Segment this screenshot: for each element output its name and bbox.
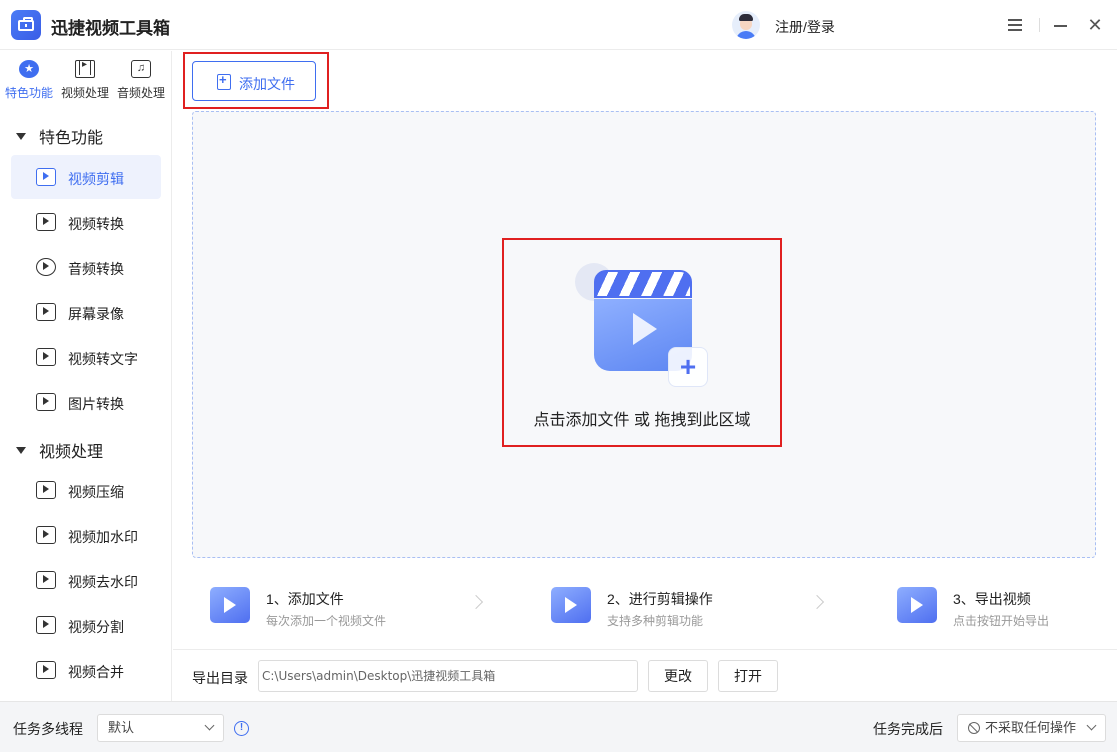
ban-icon [968, 721, 980, 734]
sidebar-item-label: 视频加水印 [68, 529, 138, 545]
output-path-field[interactable]: C:\Users\admin\Desktop\迅捷视频工具箱 [258, 660, 638, 692]
step-edit: 2、进行剪辑操作 支持多种剪辑功能 [551, 583, 811, 633]
app-title: 迅捷视频工具箱 [51, 19, 170, 38]
minimize-icon[interactable] [1050, 14, 1072, 36]
step-export: 3、导出视频 点击按钮开始导出 [897, 583, 1117, 633]
output-directory-bar: 导出目录 C:\Users\admin\Desktop\迅捷视频工具箱 更改 打… [173, 649, 1117, 701]
tab-audio-processing[interactable]: ♫ 音频处理 [113, 60, 169, 101]
video-to-text-icon [36, 348, 56, 366]
sidebar-item-label: 视频转文字 [68, 351, 138, 367]
collapse-triangle-icon [16, 133, 26, 141]
music-icon: ♫ [131, 60, 151, 78]
login-link[interactable]: 注册/登录 [775, 17, 835, 37]
group-video-processing-header[interactable]: 视频处理 [16, 438, 103, 462]
tab-featured[interactable]: ★ 特色功能 [1, 60, 57, 101]
tab-audio-processing-label: 音频处理 [116, 86, 165, 100]
after-task-value: 不采取任何操作 [985, 720, 1077, 735]
title-bar: 迅捷视频工具箱 注册/登录 ✕ [0, 0, 1117, 50]
sidebar-item-audio-convert[interactable]: 音频转换 [11, 245, 161, 289]
multithread-label: 任务多线程 [13, 721, 83, 737]
chevron-down-icon [204, 720, 215, 731]
audio-convert-icon [36, 258, 56, 276]
close-icon[interactable]: ✕ [1084, 14, 1106, 36]
sidebar-item-label: 视频压缩 [68, 484, 124, 500]
image-convert-icon [36, 393, 56, 411]
step-desc: 支持多种剪辑功能 [607, 614, 704, 628]
sidebar-item-label: 视频去水印 [68, 574, 138, 590]
multithread-value: 默认 [108, 720, 135, 735]
tab-video-processing-label: 视频处理 [60, 86, 109, 100]
remove-watermark-icon [36, 571, 56, 589]
steps-guide: 1、添加文件 每次添加一个视频文件 2、进行剪辑操作 支持多种剪辑功能 3、导出… [192, 571, 1096, 651]
group-video-processing-title: 视频处理 [39, 444, 104, 461]
chevron-right-icon [809, 594, 825, 610]
video-compress-icon [36, 481, 56, 499]
clapperboard-add-icon[interactable]: + [575, 261, 715, 387]
step-desc: 点击按钮开始导出 [953, 614, 1050, 628]
sidebar-item-label: 视频剪辑 [68, 171, 124, 187]
chevron-down-icon [1086, 720, 1097, 731]
change-directory-button[interactable]: 更改 [648, 660, 708, 692]
group-featured-header[interactable]: 特色功能 [16, 124, 103, 148]
video-merge-icon [36, 661, 56, 679]
star-icon: ★ [19, 60, 39, 78]
video-edit-icon [36, 168, 56, 186]
add-file-label: 添加文件 [239, 76, 295, 92]
video-convert-icon [36, 213, 56, 231]
sidebar-item-screen-record[interactable]: 屏幕录像 [11, 290, 161, 334]
sidebar-item-label: 音频转换 [68, 261, 124, 277]
sidebar-item-image-convert[interactable]: 图片转换 [11, 380, 161, 424]
video-split-icon [36, 616, 56, 634]
sidebar-item-video-split[interactable]: 视频分割 [11, 603, 161, 647]
tab-video-processing[interactable]: 视频处理 [57, 59, 113, 101]
tab-featured-label: 特色功能 [4, 86, 53, 100]
sidebar-item-video-convert[interactable]: 视频转换 [11, 200, 161, 244]
title-separator [1039, 18, 1040, 32]
sidebar-item-label: 视频合并 [68, 664, 124, 680]
app-logo-icon [11, 10, 41, 40]
add-file-icon [217, 72, 231, 90]
screen-record-icon [36, 303, 56, 321]
add-watermark-icon [36, 526, 56, 544]
user-avatar[interactable] [732, 11, 760, 39]
edit-video-step-icon [551, 587, 591, 623]
film-icon [75, 59, 95, 78]
multithread-select[interactable]: 默认 [97, 714, 224, 742]
drop-zone-hint[interactable]: 点击添加文件 或 拖拽到此区域 [502, 406, 782, 430]
sidebar-item-remove-watermark[interactable]: 视频去水印 [11, 558, 161, 602]
add-file-button[interactable]: 添加文件 [192, 61, 316, 101]
step-title: 2、进行剪辑操作 [607, 591, 713, 607]
sidebar-item-video-edit[interactable]: 视频剪辑 [11, 155, 161, 199]
open-directory-button[interactable]: 打开 [718, 660, 778, 692]
step-desc: 每次添加一个视频文件 [266, 614, 387, 628]
step-title: 3、导出视频 [953, 591, 1031, 607]
output-directory-label: 导出目录 [192, 670, 248, 686]
step-add-file: 1、添加文件 每次添加一个视频文件 [210, 583, 470, 633]
export-video-step-icon [897, 587, 937, 623]
main-panel: 添加文件 + 点击添加文件 或 拖拽到此区域 1、添加文件 每次添加一个视频文件… [173, 51, 1117, 701]
after-task-label: 任务完成后 [873, 721, 943, 737]
sidebar-item-label: 视频转换 [68, 216, 124, 232]
sidebar-item-label: 屏幕录像 [68, 306, 124, 322]
after-task-select[interactable]: 不采取任何操作 [957, 714, 1106, 742]
bottom-bar: 任务多线程 默认 ! 任务完成后 不采取任何操作 [0, 701, 1117, 752]
add-video-step-icon [210, 587, 250, 623]
sidebar-item-label: 视频分割 [68, 619, 124, 635]
sidebar-item-video-to-text[interactable]: 视频转文字 [11, 335, 161, 379]
step-title: 1、添加文件 [266, 591, 344, 607]
group-featured-title: 特色功能 [39, 130, 104, 147]
sidebar-item-video-merge[interactable]: 视频合并 [11, 648, 161, 692]
sidebar-item-video-compress[interactable]: 视频压缩 [11, 468, 161, 512]
sidebar-item-add-watermark[interactable]: 视频加水印 [11, 513, 161, 557]
collapse-triangle-icon [16, 447, 26, 455]
menu-icon[interactable] [1005, 14, 1027, 36]
info-icon[interactable]: ! [234, 721, 249, 736]
chevron-right-icon [468, 594, 484, 610]
sidebar: ★ 特色功能 视频处理 ♫ 音频处理 特色功能 视频剪辑 视频转换 音频转换 屏… [0, 51, 172, 701]
sidebar-item-label: 图片转换 [68, 396, 124, 412]
